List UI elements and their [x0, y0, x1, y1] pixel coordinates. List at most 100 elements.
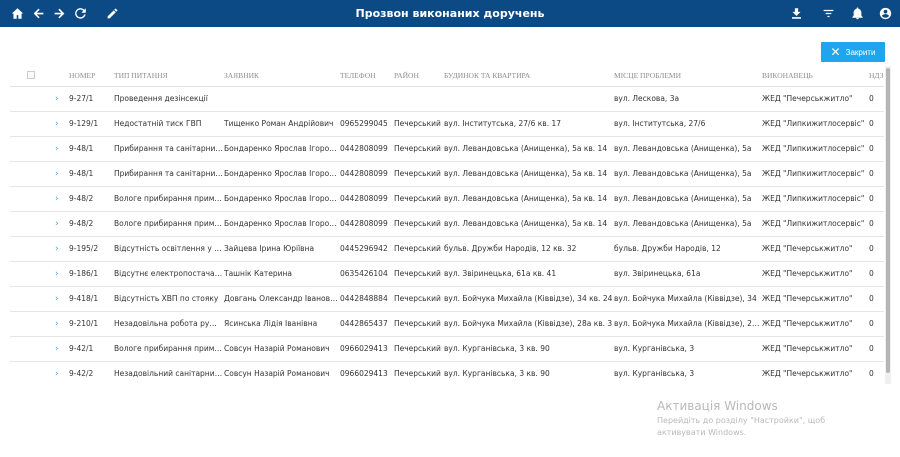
cell-applicant: Тищенко Роман Андрійович: [223, 111, 339, 137]
chevron-right-icon[interactable]: ›: [11, 169, 59, 179]
cell-building: вул. Бойчука Михайла (Ківвідзе), 28а кв.…: [443, 311, 613, 337]
cell-district: Печерський: [393, 236, 443, 262]
table-row[interactable]: › 9-42/1 Вологе прибирання примі... Совсун …: [10, 336, 884, 362]
cell-applicant: Бондаренко Ярослав Ігорович: [223, 211, 339, 237]
windows-activation-watermark: Активація Windows Перейдіть до розділу "…: [657, 399, 872, 439]
table-row[interactable]: › 9-195/2 Відсутність освітлення у під... З…: [10, 236, 884, 262]
cell-problem-location: вул. Левандовська (Анищенка), 5а: [613, 186, 761, 212]
table-row[interactable]: › 9-27/1 Проведення дезінсекції вул. Лесков…: [10, 86, 884, 112]
column-header-problem-location[interactable]: Місце проблеми: [613, 66, 761, 87]
table-row[interactable]: › 9-129/1 Недостатній тиск ГВП Тищенко Рома…: [10, 111, 884, 137]
cell-district: Печерський: [393, 311, 443, 337]
cell-phone: 0442808099: [339, 186, 393, 212]
cell-building: вул. Бойчука Михайла (Ківвідзе), 34 кв. …: [443, 286, 613, 312]
column-header-number[interactable]: Номер: [68, 66, 113, 87]
cell-district: Печерський: [393, 136, 443, 162]
column-header-applicant[interactable]: Заявник: [223, 66, 339, 87]
table-row[interactable]: › 9-186/1 Відсутнє електропостачання Ташнік…: [10, 261, 884, 287]
chevron-right-icon[interactable]: ›: [11, 119, 59, 129]
table-row[interactable]: › 9-210/1 Незадовільна робота рушн... Ясинс…: [10, 311, 884, 337]
cell-number: 9-42/1: [68, 336, 113, 362]
table-row[interactable]: › 9-48/2 Вологе прибирання примі... Бондаре…: [10, 186, 884, 212]
bell-icon[interactable]: [849, 5, 865, 21]
column-header-district[interactable]: Район: [393, 66, 443, 87]
table-row[interactable]: › 9-48/1 Прибирання та санітарний... Бондар…: [10, 161, 884, 187]
scrollbar-thumb[interactable]: [886, 68, 890, 373]
column-header-type[interactable]: Тип питання: [113, 66, 223, 87]
cell-executor: ЖЕД "Печерськжитло": [761, 86, 868, 112]
row-expand-icon[interactable]: ›: [10, 161, 68, 187]
cell-applicant: Бондаренко Ярослав Ігорович: [223, 186, 339, 212]
cell-type: Відсутнє електропостачання: [113, 261, 223, 287]
chevron-right-icon[interactable]: ›: [11, 219, 59, 229]
chevron-right-icon[interactable]: ›: [11, 194, 59, 204]
cell-building: вул. Звіринецька, 61а кв. 41: [443, 261, 613, 287]
chevron-right-icon[interactable]: ›: [11, 94, 59, 104]
table-row[interactable]: › 9-48/2 Вологе прибирання примі... Бондаре…: [10, 211, 884, 237]
chevron-right-icon[interactable]: ›: [11, 344, 59, 354]
table-row[interactable]: › 9-48/1 Прибирання та санітарний... Бондар…: [10, 136, 884, 162]
cell-ndz: 0: [868, 336, 884, 362]
row-expand-icon[interactable]: ›: [10, 186, 68, 212]
cell-executor: ЖЕД "Печерськжитло": [761, 261, 868, 287]
row-expand-icon[interactable]: ›: [10, 86, 68, 112]
cell-number: 9-186/1: [68, 261, 113, 287]
chevron-right-icon[interactable]: ›: [11, 244, 59, 254]
cell-building: вул. Курганівська, 3 кв. 90: [443, 361, 613, 384]
cell-problem-location: бульв. Дружби Народів, 12: [613, 236, 761, 262]
cell-problem-location: вул. Левандовська (Анищенка), 5а: [613, 211, 761, 237]
filter-icon[interactable]: [820, 5, 836, 21]
cell-executor: ЖЕД "Печерськжитло": [761, 286, 868, 312]
row-expand-icon[interactable]: ›: [10, 211, 68, 237]
cell-ndz: 0: [868, 236, 884, 262]
row-expand-icon[interactable]: ›: [10, 311, 68, 337]
cell-ndz: 0: [868, 111, 884, 137]
cell-executor: ЖЕД "Липкижитлосервіс": [761, 161, 868, 187]
cell-applicant: Совсун Назарій Романович: [223, 361, 339, 384]
cell-building: вул. Левандовська (Анищенка), 5а кв. 14: [443, 136, 613, 162]
row-expand-icon[interactable]: ›: [10, 236, 68, 262]
row-expand-icon[interactable]: ›: [10, 136, 68, 162]
chevron-right-icon[interactable]: ›: [11, 319, 59, 329]
chevron-right-icon[interactable]: ›: [11, 369, 59, 379]
cell-type: Вологе прибирання примі...: [113, 211, 223, 237]
cell-phone: 0966029413: [339, 361, 393, 384]
cell-executor: ЖЕД "Липкижитлосервіс": [761, 111, 868, 137]
select-all-checkbox[interactable]: [10, 66, 68, 87]
cell-problem-location: вул. Курганівська, 3: [613, 361, 761, 384]
cell-ndz: 0: [868, 361, 884, 384]
vertical-scrollbar[interactable]: [885, 66, 891, 384]
row-expand-icon[interactable]: ›: [10, 361, 68, 384]
cell-ndz: 0: [868, 211, 884, 237]
cell-executor: ЖЕД "Липкижитлосервіс": [761, 136, 868, 162]
row-expand-icon[interactable]: ›: [10, 336, 68, 362]
column-header-building[interactable]: Будинок та квартира: [443, 66, 613, 87]
cell-problem-location: вул. Бойчука Михайла (Ківвідзе), 28а: [613, 311, 761, 337]
table-row[interactable]: › 9-42/2 Незадовільний санітарний ... Совсу…: [10, 361, 884, 384]
cell-building: вул. Левандовська (Анищенка), 5а кв. 14: [443, 186, 613, 212]
cell-problem-location: вул. Левандовська (Анищенка), 5а: [613, 161, 761, 187]
column-header-executor[interactable]: Виконавець: [761, 66, 868, 87]
row-expand-icon[interactable]: ›: [10, 261, 68, 287]
row-expand-icon[interactable]: ›: [10, 111, 68, 137]
chevron-right-icon[interactable]: ›: [11, 269, 59, 279]
close-button[interactable]: ✕ Закрити: [821, 42, 885, 62]
cell-type: Незадовільна робота рушн...: [113, 311, 223, 337]
chevron-right-icon[interactable]: ›: [11, 294, 59, 304]
table-row[interactable]: › 9-418/1 Відсутність ХВП по стояку Довгань…: [10, 286, 884, 312]
cell-type: Прибирання та санітарний...: [113, 136, 223, 162]
download-icon[interactable]: [788, 5, 804, 21]
cell-ndz: 0: [868, 86, 884, 112]
cell-executor: ЖЕД "Печерськжитло": [761, 336, 868, 362]
cell-phone: [339, 86, 393, 112]
cell-type: Вологе прибирання примі...: [113, 336, 223, 362]
cell-building: вул. Курганівська, 3 кв. 90: [443, 336, 613, 362]
account-icon[interactable]: [877, 5, 893, 21]
cell-problem-location: вул. Левандовська (Анищенка), 5а: [613, 136, 761, 162]
row-expand-icon[interactable]: ›: [10, 286, 68, 312]
column-header-ndz[interactable]: НДЗ: [868, 66, 884, 87]
chevron-right-icon[interactable]: ›: [11, 144, 59, 154]
cell-executor: ЖЕД "Липкижитлосервіс": [761, 211, 868, 237]
column-header-phone[interactable]: Телефон: [339, 66, 393, 87]
cell-problem-location: вул. Бойчука Михайла (Ківвідзе), 34: [613, 286, 761, 312]
